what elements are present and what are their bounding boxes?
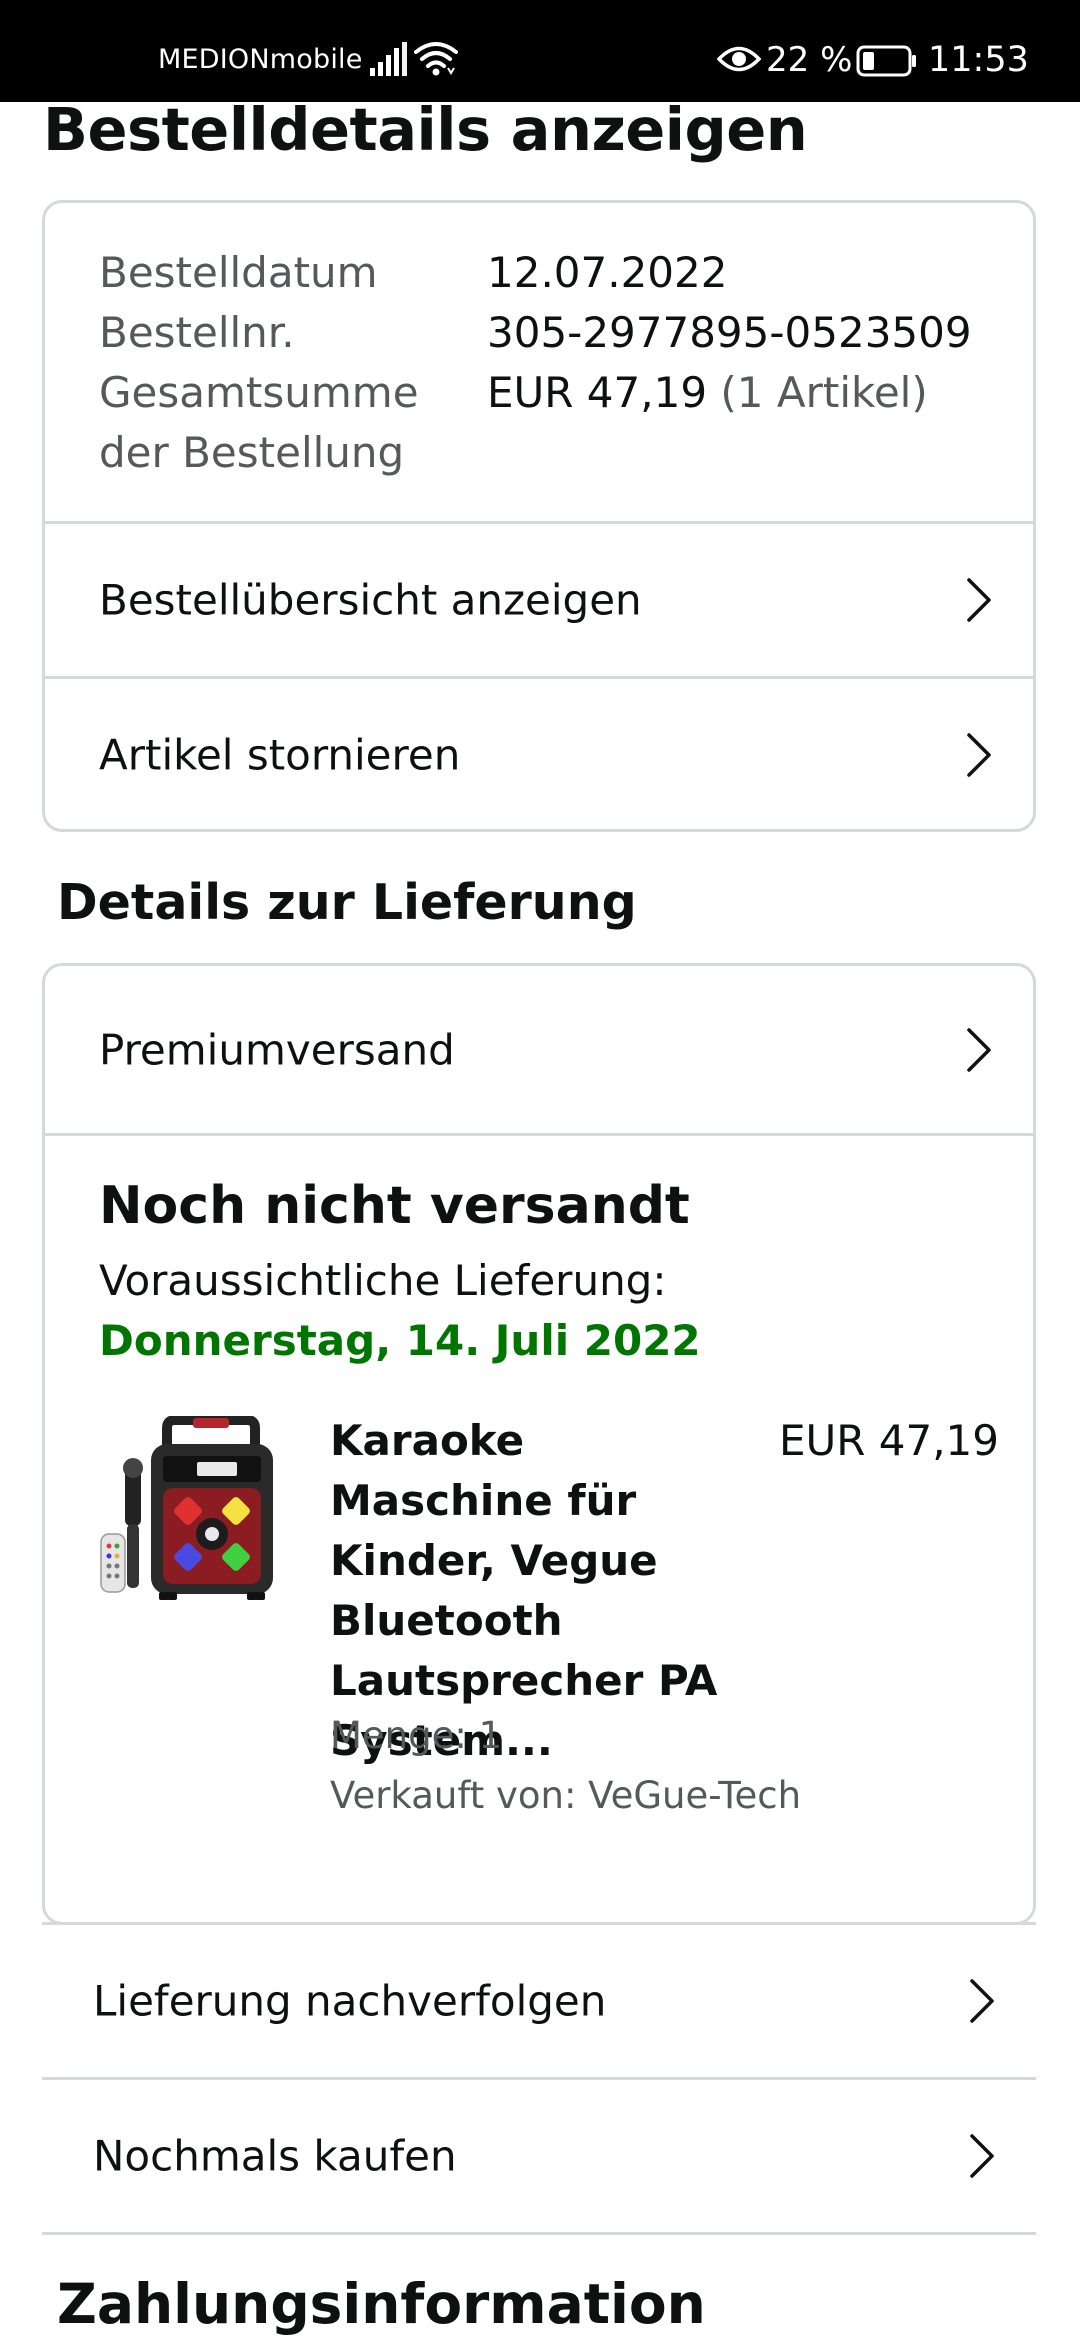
wifi-icon <box>414 42 458 76</box>
chevron-right-icon <box>967 578 991 622</box>
delivery-card: Premiumversand Noch nicht versandt Vorau… <box>42 963 1036 1925</box>
buy-again-link[interactable]: Nochmals kaufen <box>42 2080 1036 2232</box>
order-total-value: EUR 47,19 (1 Artikel) <box>487 363 928 423</box>
expected-delivery-label: Voraussichtliche Lieferung: <box>99 1256 667 1305</box>
signal-icon <box>370 42 407 76</box>
chevron-right-icon <box>967 1027 991 1072</box>
cancel-items-link[interactable]: Artikel stornieren <box>45 679 1033 831</box>
carrier-name: MEDIONmobile <box>158 44 363 75</box>
track-package-label: Lieferung nachverfolgen <box>93 1976 607 2026</box>
product-seller: Verkauft von: VeGue-Tech <box>330 1774 802 1817</box>
order-summary-card: Bestelldatum 12.07.2022 Bestellnr. 305-2… <box>42 200 1036 832</box>
order-total-row: Gesamtsumme der Bestellung EUR 47,19 (1 … <box>99 363 993 483</box>
buy-again-label: Nochmals kaufen <box>93 2131 457 2181</box>
cancel-items-label: Artikel stornieren <box>99 730 461 780</box>
order-number-label: Bestellnr. <box>99 308 295 357</box>
product-image[interactable] <box>97 1416 283 1602</box>
product-quantity: Menge: 1 <box>330 1714 503 1757</box>
payment-section-title: Zahlungsinformation <box>57 2272 706 2336</box>
shipping-method-label: Premiumversand <box>99 1025 455 1074</box>
chevron-right-icon <box>970 2134 994 2178</box>
order-total-label: Gesamtsumme der Bestellung <box>99 368 419 477</box>
shipping-method-link[interactable]: Premiumversand <box>45 966 1033 1133</box>
order-date-value: 12.07.2022 <box>487 248 728 297</box>
status-bar: MEDIONmobile 22 % 11:53 <box>0 0 1080 102</box>
order-date-label: Bestelldatum <box>99 248 378 297</box>
divider <box>45 1133 1033 1136</box>
divider <box>42 2232 1036 2235</box>
chevron-right-icon <box>970 1979 994 2023</box>
clock: 11:53 <box>928 40 1029 80</box>
order-number-value: 305-2977895-0523509 <box>487 308 972 357</box>
delivery-section-title: Details zur Lieferung <box>57 874 637 931</box>
battery-icon <box>856 45 916 77</box>
battery-percent: 22 % <box>766 40 853 80</box>
product-price: EUR 47,19 <box>778 1416 999 1465</box>
order-number-row: Bestellnr. 305-2977895-0523509 <box>99 303 993 363</box>
shipping-status: Noch nicht versandt <box>99 1176 690 1236</box>
view-order-summary-label: Bestellübersicht anzeigen <box>99 575 642 625</box>
order-total-count: (1 Artikel) <box>720 368 928 417</box>
order-date-row: Bestelldatum 12.07.2022 <box>99 243 993 303</box>
page-title: Bestelldetails anzeigen <box>43 95 808 164</box>
view-order-summary-link[interactable]: Bestellübersicht anzeigen <box>45 524 1033 676</box>
order-total-amount: EUR 47,19 <box>487 368 708 417</box>
eye-icon <box>717 46 761 72</box>
order-info: Bestelldatum 12.07.2022 Bestellnr. 305-2… <box>99 243 993 483</box>
expected-delivery-date: Donnerstag, 14. Juli 2022 <box>99 1316 701 1365</box>
track-package-link[interactable]: Lieferung nachverfolgen <box>42 1925 1036 2077</box>
chevron-right-icon <box>967 733 991 777</box>
